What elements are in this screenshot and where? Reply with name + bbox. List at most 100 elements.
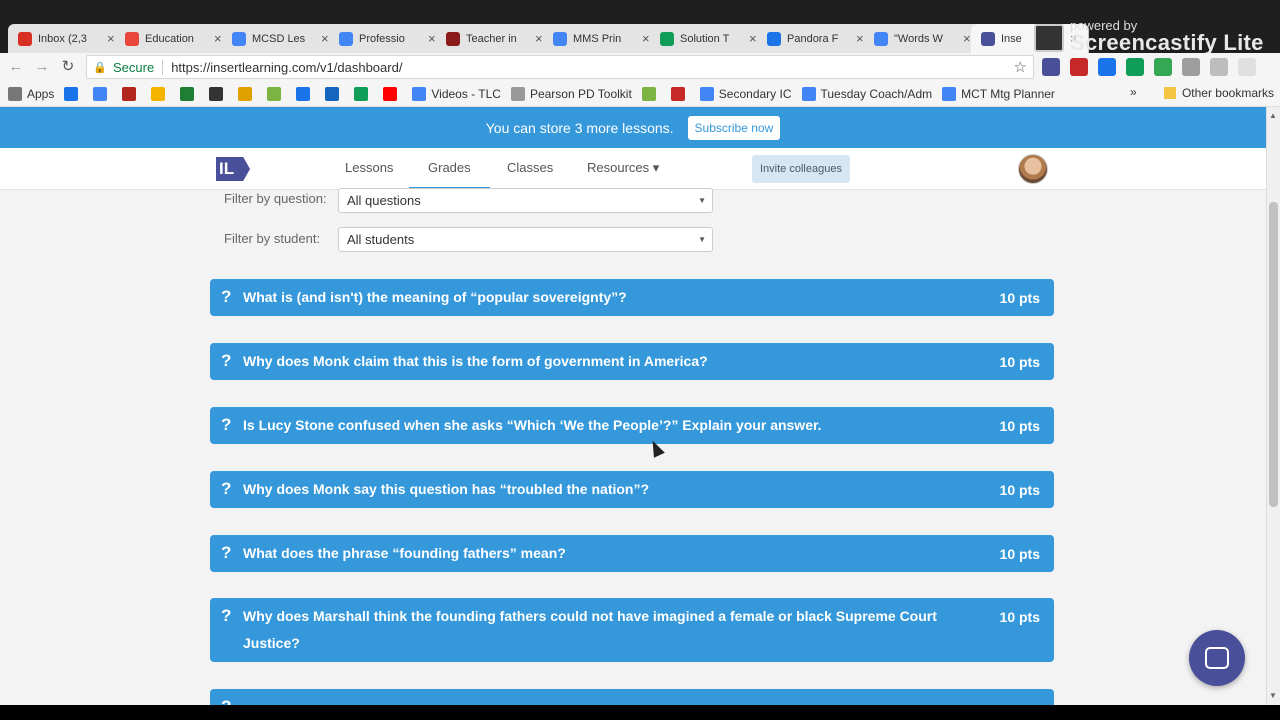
avatar[interactable] [1018,154,1048,184]
bookmark-favicon-icon [267,86,282,101]
bookmark-star-icon[interactable]: ☆ [1014,58,1027,76]
question-text: What is (and isn't) the meaning of “popu… [243,289,627,305]
bookmark-item[interactable] [93,86,112,101]
chat-support-button[interactable] [1189,630,1245,686]
question-row[interactable]: ? What does the phrase “founding fathers”… [210,535,1054,572]
bookmark-favicon-icon [325,86,340,101]
question-row[interactable]: ? Why does Marshall think the founding fa… [210,598,1054,662]
bookmark-item[interactable] [354,86,373,101]
browser-tab[interactable]: Professio × [329,24,447,53]
forward-icon[interactable]: → [32,57,52,77]
student-filter-select[interactable]: All students ▼ [338,227,713,252]
nav-resources[interactable]: Resources ▾ [587,148,659,189]
scroll-up-icon[interactable]: ▲ [1269,111,1277,120]
question-points: 10 pts [999,354,1040,370]
tab-label: MMS Prin [573,32,622,45]
question-row[interactable]: ? [210,689,1054,705]
bookmark-favicon-icon [296,86,311,101]
secure-label: Secure [113,59,164,75]
bookmark-favicon-icon [510,86,525,101]
question-text: Why does Monk claim that this is the for… [243,353,708,369]
browser-tab[interactable]: "Words W × [864,24,982,53]
bookmark-item[interactable] [180,86,199,101]
bookmark-item[interactable] [296,86,315,101]
bookmark-item[interactable]: Videos - TLC [412,86,501,101]
browser-tab[interactable]: Teacher in × [436,24,554,53]
bookmark-item[interactable]: Pearson PD Toolkit [510,86,632,101]
question-row[interactable]: ? What is (and isn't) the meaning of “pop… [210,279,1054,316]
chevron-down-icon: ▼ [698,235,706,244]
question-text: What does the phrase “founding fathers” … [243,545,566,561]
gmail-icon [18,31,32,46]
bookmarks-overflow-icon[interactable]: » [1130,85,1137,99]
bookmark-item[interactable] [64,86,83,101]
bookmark-item[interactable]: Secondary IC [699,86,792,101]
banner-text: You can store 3 more lessons. [485,119,674,136]
question-mark-icon: ? [221,415,232,434]
bookmark-item[interactable] [325,86,344,101]
page-scrollbar[interactable]: ▲ ▼ [1266,107,1280,705]
tab-label: Professio [359,32,405,45]
bookmark-favicon-icon [180,86,195,101]
browser-tab[interactable]: MMS Prin × [543,24,661,53]
bookmark-item[interactable]: Tuesday Coach/Adm [801,86,932,101]
user-extension-icon[interactable] [1210,58,1228,76]
bookmark-item[interactable]: Apps [8,86,54,101]
question-points: 10 pts [999,482,1040,498]
browser-tab[interactable]: Solution T × [650,24,768,53]
cast-extension-icon[interactable] [1182,58,1200,76]
chat-extension-icon[interactable] [1154,58,1172,76]
insertlearning-extension-icon[interactable] [1042,58,1060,76]
nav-classes[interactable]: Classes [507,148,553,189]
question-filter-select[interactable]: All questions ▼ [338,188,713,213]
url-text: https://insertlearning.com/v1/dashboard/ [171,59,403,75]
bookmark-favicon-icon [122,86,137,101]
bookmark-item[interactable] [641,86,661,101]
filter-question-label: Filter by question: [224,191,327,206]
question-row[interactable]: ? Is Lucy Stone confused when she asks “W… [210,407,1054,444]
invite-colleagues-button[interactable]: Invite colleagues [752,155,850,183]
question-row[interactable]: ? Why does Monk say this question has “tr… [210,471,1054,508]
reload-icon[interactable]: ↻ [58,57,78,77]
question-points: 10 pts [999,418,1040,434]
question-points: 10 pts [999,290,1040,306]
browser-tab[interactable]: Education × [115,24,233,53]
bookmark-item[interactable] [267,86,286,101]
question-row[interactable]: ? Why does Monk claim that this is the fo… [210,343,1054,380]
bookmark-item[interactable] [122,86,141,101]
back-icon[interactable]: ← [6,57,26,77]
scroll-down-icon[interactable]: ▼ [1269,691,1277,700]
subscribe-button[interactable]: Subscribe now [687,115,781,140]
bookmark-item[interactable] [209,86,228,101]
browser-tab[interactable]: MCSD Les × [222,24,340,53]
browser-tab[interactable]: Pandora F × [757,24,875,53]
drive-extension-icon[interactable] [1126,58,1144,76]
bookmark-favicon-icon [151,86,166,101]
film-extension-icon[interactable] [1070,58,1088,76]
bookmark-label: Pearson PD Toolkit [529,86,632,101]
bookmark-favicon-icon [209,86,224,101]
bookmark-item[interactable] [151,86,170,101]
menu-icon[interactable] [1238,58,1256,76]
bookmark-favicon-icon [383,86,398,101]
address-bar-row: ← → ↻ 🔒 Secure https://insertlearning.co… [0,53,1280,81]
browser-tab[interactable]: Inbox (2,3 × [8,24,126,53]
question-points: 10 pts [999,609,1040,625]
bookmark-item[interactable] [238,86,257,101]
scroll-thumb[interactable] [1269,202,1278,507]
bookmark-favicon-icon [8,86,22,101]
browser-tab-strip: Inbox (2,3 × Education × MCSD Les × Professio ×… [0,0,1280,55]
other-bookmarks[interactable]: Other bookmarks [1163,86,1274,100]
bookmark-label: Secondary IC [718,86,792,101]
insertlearning-logo[interactable]: IL [216,157,250,181]
bookmark-item[interactable]: MCT Mtg Planner [942,86,1055,101]
nav-grades[interactable]: Grades [409,148,490,189]
bookmark-item[interactable] [383,86,402,101]
bookmark-label: MCT Mtg Planner [961,86,1055,101]
docs-icon [874,31,888,46]
insertlearning-icon [981,31,995,46]
url-input[interactable]: 🔒 Secure https://insertlearning.com/v1/d… [86,55,1034,79]
nav-lessons[interactable]: Lessons [345,148,393,189]
dictionary-extension-icon[interactable] [1098,58,1116,76]
bookmark-item[interactable] [670,86,690,101]
